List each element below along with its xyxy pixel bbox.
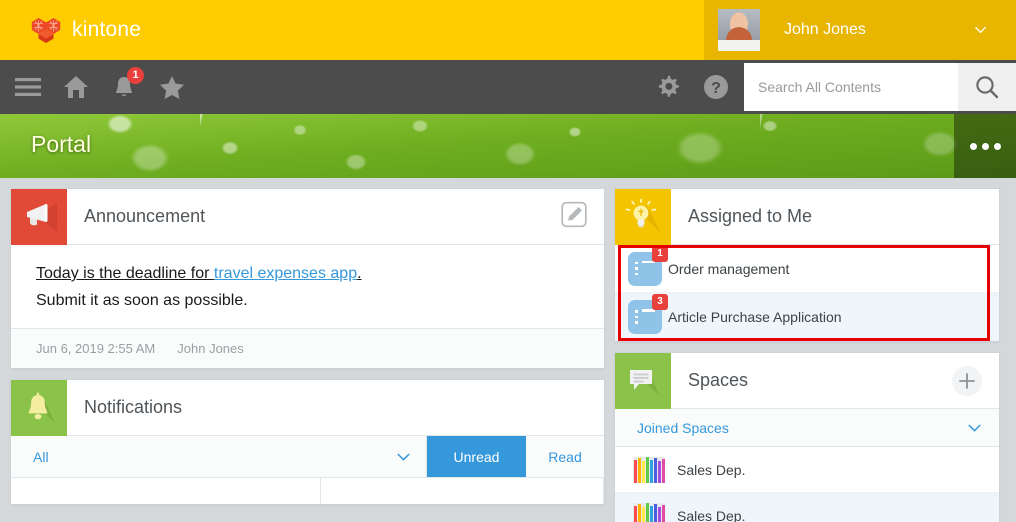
hamburger-menu-button[interactable] [4, 60, 52, 114]
announcement-timestamp: Jun 6, 2019 2:55 AM [36, 341, 156, 356]
announcement-body: Today is the deadline for travel expense… [11, 245, 604, 328]
list-item[interactable]: Sales Dep. [615, 447, 999, 493]
notifications-filter-label: All [33, 448, 49, 465]
user-name: John Jones [784, 21, 866, 38]
page-title: Portal [31, 131, 92, 157]
list-item-label: Sales Dep. [677, 461, 746, 478]
list-item-label: Order management [668, 260, 790, 277]
megaphone-icon [11, 188, 67, 245]
colored-pencils-thumbnail [633, 502, 665, 522]
help-circle-icon: ? [704, 75, 728, 99]
top-header-bar: kintone John Jones [0, 0, 1016, 60]
list-item[interactable]: 3 Article Purchase Application [615, 293, 999, 341]
travel-expenses-app-link[interactable]: travel expenses app [214, 265, 357, 282]
user-menu[interactable]: John Jones [704, 0, 1016, 60]
svg-text:?: ? [711, 80, 721, 97]
add-space-button[interactable] [952, 365, 982, 396]
notifications-button[interactable]: 1 [100, 60, 148, 114]
announcement-line-1: Today is the deadline for travel expense… [36, 265, 579, 283]
joined-spaces-label: Joined Spaces [637, 419, 729, 436]
search-button[interactable] [958, 63, 1016, 111]
announcement-header: Announcement [11, 188, 604, 245]
left-column: Announcement Today is the deadline for t… [10, 188, 605, 522]
joined-spaces-group-header[interactable]: Joined Spaces [615, 409, 999, 447]
search-field-wrapper[interactable] [744, 63, 958, 111]
notifications-title: Notifications [84, 397, 183, 417]
tab-unread[interactable]: Unread [427, 436, 526, 477]
home-button[interactable] [52, 60, 100, 114]
brand-name: kintone [72, 18, 142, 41]
announcement-card: Announcement Today is the deadline for t… [10, 188, 605, 369]
kintone-cube-logo-icon [31, 17, 61, 43]
spaces-title: Spaces [688, 370, 749, 390]
help-button[interactable]: ? [692, 60, 740, 114]
tab-read[interactable]: Read [526, 436, 604, 477]
favorites-button[interactable] [148, 60, 196, 114]
list-item-label: Sales Dep. [677, 507, 746, 522]
notifications-list-col-1 [11, 478, 321, 504]
gear-icon [658, 75, 679, 97]
status-badge: 1 [652, 245, 668, 262]
announcement-line-1-prefix: Today is the deadline for [36, 265, 214, 282]
announcement-author: John Jones [177, 341, 244, 356]
list-item[interactable]: 1 Order management [615, 245, 999, 293]
home-icon [64, 76, 88, 98]
ellipsis-icon [993, 142, 1001, 150]
star-icon [160, 75, 184, 99]
list-item[interactable]: Sales Dep. [615, 493, 999, 522]
announcement-footer: Jun 6, 2019 2:55 AM John Jones [11, 328, 604, 368]
app-list-icon: 3 [628, 294, 668, 334]
assigned-to-me-card: Assigned to Me 1 Order management 3 Arti… [614, 188, 1000, 342]
nav-right-group: ? [644, 60, 1016, 114]
notifications-filter-dropdown[interactable]: All [11, 436, 427, 477]
announcement-title: Announcement [84, 206, 206, 226]
assigned-to-me-header: Assigned to Me [615, 188, 999, 245]
chevron-down-icon [397, 453, 410, 461]
notifications-card: Notifications All Unread Read [10, 379, 605, 505]
notifications-list-col-2 [321, 478, 604, 504]
notifications-header: Notifications [11, 379, 604, 436]
lightbulb-icon [615, 188, 671, 245]
notification-badge: 1 [127, 67, 144, 84]
spaces-card: Spaces Joined Spaces Sales Dep. Sales De… [614, 352, 1000, 522]
list-item-label: Article Purchase Application [668, 309, 842, 325]
brand-logo[interactable]: kintone [31, 17, 141, 44]
search-icon [976, 76, 999, 99]
announcement-line-1-suffix: . [357, 265, 362, 282]
portal-banner: Portal [0, 114, 1016, 178]
plus-icon [959, 372, 975, 389]
notifications-filter-bar: All Unread Read [11, 436, 604, 478]
search-input[interactable] [758, 79, 958, 95]
chevron-down-icon [975, 26, 986, 34]
ellipsis-icon [969, 142, 977, 150]
assigned-to-me-list: 1 Order management 3 Article Purchase Ap… [615, 245, 999, 341]
announcement-edit-button[interactable] [561, 201, 587, 232]
spaces-header: Spaces [615, 352, 999, 409]
speech-bubble-icon [615, 352, 671, 409]
edit-pencil-icon [561, 201, 587, 227]
bell-icon [11, 379, 67, 436]
app-list-icon: 1 [628, 245, 668, 286]
announcement-line-2: Submit it as soon as possible. [36, 292, 248, 309]
status-badge: 3 [652, 294, 668, 310]
colored-pencils-thumbnail [633, 456, 665, 483]
chevron-down-icon [968, 424, 981, 432]
portal-options-button[interactable] [954, 114, 1016, 178]
navigation-bar: 1 ? [0, 60, 1016, 114]
portal-content: Announcement Today is the deadline for t… [0, 178, 1016, 522]
right-column: Assigned to Me 1 Order management 3 Arti… [614, 188, 1000, 522]
avatar [718, 9, 760, 51]
settings-button[interactable] [644, 60, 692, 114]
ellipsis-icon [981, 142, 989, 150]
assigned-to-me-title: Assigned to Me [688, 206, 813, 226]
notifications-list [11, 478, 604, 504]
hamburger-menu-icon [15, 78, 41, 96]
